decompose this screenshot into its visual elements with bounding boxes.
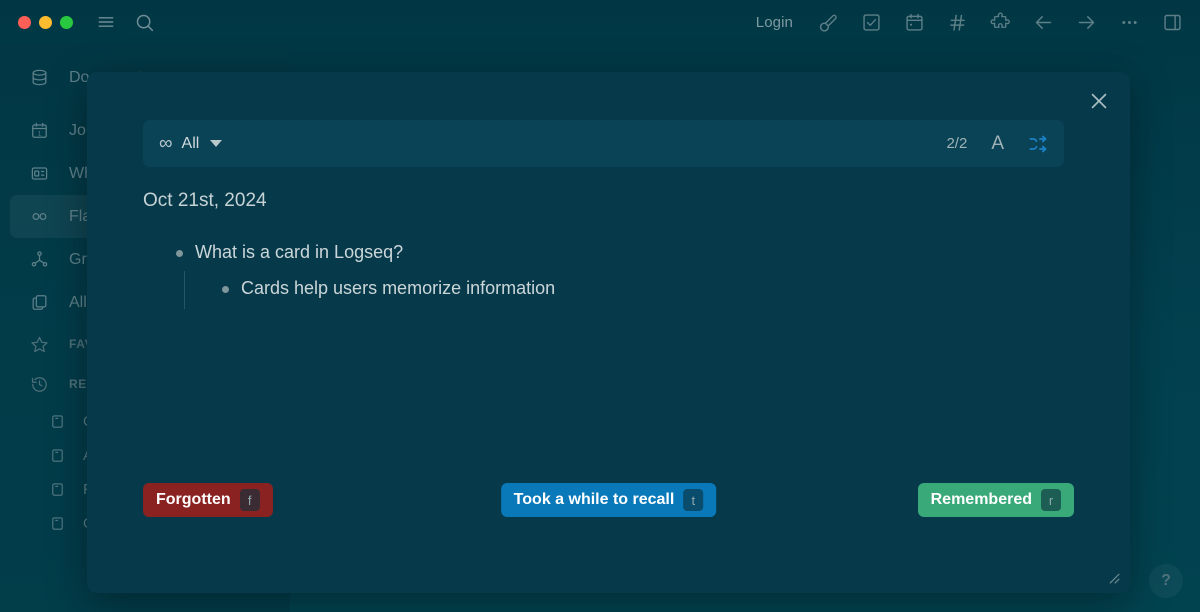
page-icon [50,482,65,497]
took-a-while-button-label: Took a while to recall [514,491,675,509]
flashcard-date: Oct 21st, 2024 [143,190,1090,212]
page-icon [50,448,65,463]
took-a-while-shortcut-key: t [683,489,703,511]
checkbox-todo-icon[interactable] [859,10,883,34]
database-icon [30,68,49,87]
flashcard-modal: ∞ All 2/2 A Oct 21st, 2024 [87,72,1130,593]
indent-guide-line [184,271,185,308]
forgotten-button-label: Forgotten [156,491,231,509]
titlebar: Login [0,0,1200,44]
flashcard-toolbar: ∞ All 2/2 A [143,120,1064,167]
answer-letter-icon[interactable]: A [991,134,1004,153]
more-dots-icon[interactable] [1117,10,1141,34]
graph-icon [30,250,49,269]
search-icon[interactable] [133,11,155,33]
flashcard-answer-row[interactable]: Cards help users memorize information [143,277,1090,300]
maximize-window-button[interactable] [60,16,73,29]
close-icon[interactable] [1080,82,1118,120]
flashcard-filter-dropdown[interactable]: ∞ All [159,134,222,153]
minimize-window-button[interactable] [39,16,52,29]
arrow-right-icon[interactable] [1074,10,1098,34]
history-clock-icon [30,375,49,394]
login-button[interactable]: Login [752,12,797,33]
titlebar-left-icons [95,11,155,33]
pages-icon [30,293,49,312]
flashcard-answer: Cards help users memorize information [241,277,555,300]
took-a-while-button[interactable]: Took a while to recall t [501,483,717,517]
help-button[interactable]: ? [1149,564,1183,598]
edit-pencil-icon[interactable] [816,10,840,34]
app-window: Login [0,0,1200,612]
flashcard-question: What is a card in Logseq? [195,241,403,264]
resize-grip-icon[interactable] [1107,571,1120,584]
flashcard-question-row[interactable]: What is a card in Logseq? [143,241,1090,264]
calendar-icon[interactable] [902,10,926,34]
infinity-icon [30,207,49,226]
flashcard-toolbar-right: 2/2 A [946,133,1050,155]
svg-text:1: 1 [38,130,42,137]
flashcard-counter: 2/2 [946,135,967,152]
calendar-icon: 1 [30,121,49,140]
page-icon [50,414,65,429]
whiteboard-icon [30,164,49,183]
window-controls [0,16,73,29]
infinity-icon: ∞ [159,134,173,153]
remembered-button-label: Remembered [931,491,1032,509]
chevron-down-icon [210,140,222,147]
shuffle-icon[interactable] [1028,133,1050,155]
star-icon [30,335,49,354]
titlebar-right-icons: Login [752,10,1200,34]
flashcard-content: Oct 21st, 2024 What is a card in Logseq?… [143,190,1090,301]
bullet-icon [222,286,229,293]
hashtag-icon[interactable] [945,10,969,34]
forgotten-button[interactable]: Forgotten f [143,483,273,517]
right-sidebar-toggle-icon[interactable] [1160,10,1184,34]
puzzle-plugin-icon[interactable] [988,10,1012,34]
remembered-shortcut-key: r [1041,489,1061,511]
hamburger-icon[interactable] [95,11,117,33]
flashcard-filter-label: All [182,135,200,153]
bullet-icon [176,250,183,257]
page-icon [50,516,65,531]
flashcard-answer-buttons: Forgotten f Took a while to recall t Rem… [143,483,1074,521]
close-window-button[interactable] [18,16,31,29]
forgotten-shortcut-key: f [240,489,260,511]
remembered-button[interactable]: Remembered r [918,483,1074,517]
arrow-left-icon[interactable] [1031,10,1055,34]
